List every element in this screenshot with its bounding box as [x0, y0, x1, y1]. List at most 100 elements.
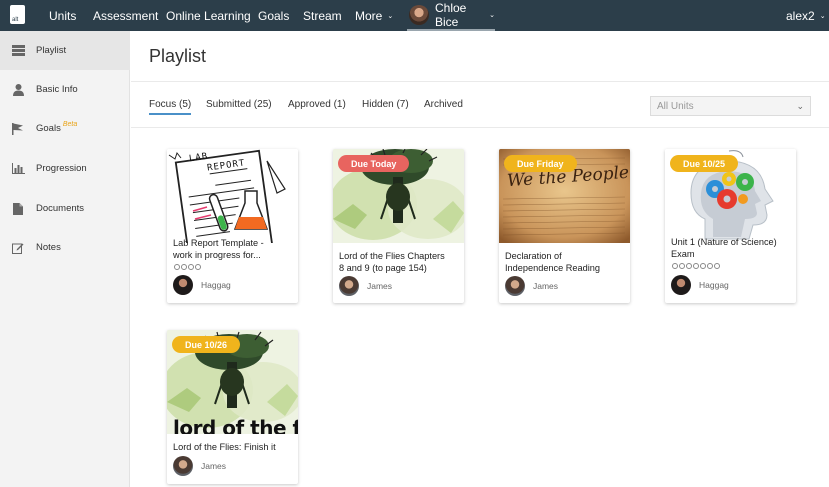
progress-dot: [181, 264, 187, 270]
sidebar-item-label: Notes: [36, 242, 61, 253]
top-navigation-bar: alt Units Assessment Online Learning Goa…: [0, 0, 829, 31]
list-icon: [11, 45, 25, 57]
sidebar-item-basic-info[interactable]: Basic Info: [0, 70, 130, 109]
user-switcher[interactable]: Chloe Bice ⌄: [407, 0, 495, 31]
sidebar-item-label: Playlist: [36, 45, 67, 56]
due-badge: Due Today: [338, 155, 410, 172]
sidebar-item-documents[interactable]: Documents: [0, 189, 130, 228]
progress-dot: [188, 264, 194, 270]
card-image-lab-report: LAB REPORT: [167, 149, 298, 243]
account-name: alex2: [786, 8, 815, 23]
author-name: James: [367, 281, 393, 291]
flag-icon: [11, 122, 25, 135]
card-title-line: Declaration of: [505, 251, 562, 261]
due-badge: Due 10/26: [172, 336, 241, 353]
tab-archived[interactable]: Archived: [424, 99, 463, 110]
sidebar: Playlist Basic Info Goals Beta Progressi…: [0, 31, 130, 487]
avatar: [505, 276, 525, 296]
sidebar-item-notes[interactable]: Notes: [0, 228, 130, 267]
progress-dot: [693, 263, 699, 269]
progress-dot: [686, 263, 692, 269]
sidebar-item-playlist[interactable]: Playlist: [0, 31, 130, 70]
tab-focus[interactable]: Focus (5): [149, 99, 192, 115]
card-title-line: Lord of the Flies Chapters: [339, 251, 445, 261]
card-author: Haggag: [671, 275, 729, 295]
nav-more-label: More: [355, 8, 383, 23]
avatar: [173, 275, 193, 295]
nav-stream[interactable]: Stream: [303, 0, 342, 31]
logo-text: alt: [12, 17, 19, 23]
divider: [131, 127, 829, 128]
playlist-card[interactable]: Due Today Lord of the Flies Chapters 8 a…: [333, 149, 464, 303]
card-title-line: Independence Reading: [505, 263, 601, 273]
progress-dot: [195, 264, 201, 270]
card-image-brain-gears: Due 10/25: [665, 149, 796, 243]
playlist-card[interactable]: We the People Due Friday Declaration of …: [499, 149, 630, 303]
card-title: Lord of the Flies Chapters 8 and 9 (to p…: [339, 250, 461, 274]
card-author: Haggag: [173, 275, 231, 295]
nav-more[interactable]: More ⌄: [355, 0, 393, 31]
chevron-down-icon: ⌄: [489, 11, 495, 19]
card-author: James: [173, 456, 226, 476]
card-title-line: Lab Report Template -: [173, 238, 264, 248]
progress-dots: [672, 263, 720, 269]
card-title: Lord of the Flies: Finish it: [173, 441, 295, 453]
card-image-we-the-people: We the People Due Friday: [499, 149, 630, 243]
nav-units[interactable]: Units: [49, 0, 76, 31]
app-logo[interactable]: alt: [10, 5, 25, 24]
card-title-line: work in progress for...: [173, 250, 261, 260]
author-name: Haggag: [699, 280, 729, 290]
account-menu[interactable]: alex2 ⌄: [786, 0, 826, 31]
sidebar-item-label: Documents: [36, 203, 85, 214]
avatar: [339, 276, 359, 296]
units-select-value: All Units: [657, 100, 694, 112]
card-title: Declaration of Independence Reading: [505, 250, 627, 274]
card-image-flies-cover-text: lord of the fli Due 10/26: [167, 330, 298, 434]
avatar: [173, 456, 193, 476]
author-name: James: [533, 281, 559, 291]
nav-goals[interactable]: Goals: [258, 0, 289, 31]
flies-cover-text: lord of the fli: [173, 416, 298, 434]
beta-badge: Beta: [62, 121, 78, 128]
sidebar-item-goals[interactable]: Goals Beta: [0, 109, 130, 148]
page-title: Playlist: [149, 46, 207, 66]
card-title-line: Exam: [671, 249, 695, 259]
tab-approved[interactable]: Approved (1): [288, 99, 346, 110]
playlist-card[interactable]: Due 10/25 Unit 1 (Nature of Science) Exa…: [665, 149, 796, 303]
chevron-down-icon: ⌄: [387, 13, 394, 20]
author-name: James: [201, 461, 227, 471]
person-icon: [11, 83, 25, 96]
card-author: James: [505, 276, 558, 296]
tab-hidden[interactable]: Hidden (7): [362, 99, 409, 110]
card-title: Lab Report Template - work in progress f…: [173, 237, 295, 261]
bar-chart-icon: [11, 163, 25, 175]
divider: [131, 81, 829, 82]
playlist-card[interactable]: LAB REPORT Lab Report Template - work in…: [167, 149, 298, 303]
avatar: [409, 4, 429, 25]
card-image-flies-cover: Due Today: [333, 149, 464, 243]
progress-dot: [707, 263, 713, 269]
units-filter-select[interactable]: All Units ⌄: [650, 96, 811, 116]
progress-dot: [174, 264, 180, 270]
card-author: James: [339, 276, 392, 296]
chevron-down-icon: ⌄: [796, 101, 804, 111]
card-title-line: Unit 1 (Nature of Science): [671, 237, 777, 247]
chevron-down-icon: ⌄: [819, 13, 826, 20]
card-title: Unit 1 (Nature of Science) Exam: [671, 236, 793, 260]
card-title-line: 8 and 9 (to page 154): [339, 263, 427, 273]
sidebar-item-label: Basic Info: [36, 84, 78, 95]
due-badge: Due 10/25: [670, 155, 739, 172]
progress-dots: [174, 264, 201, 270]
progress-dot: [672, 263, 678, 269]
nav-assessment[interactable]: Assessment: [93, 0, 158, 31]
sidebar-item-progression[interactable]: Progression: [0, 149, 130, 188]
nav-online-learning[interactable]: Online Learning: [166, 0, 251, 31]
document-icon: [11, 202, 25, 215]
avatar: [671, 275, 691, 295]
card-title-line: Lord of the Flies: Finish it: [173, 442, 276, 452]
progress-dot: [679, 263, 685, 269]
edit-icon: [11, 242, 25, 254]
tab-submitted[interactable]: Submitted (25): [206, 99, 272, 110]
playlist-card[interactable]: lord of the fli Due 10/26 Lord of the Fl…: [167, 330, 298, 484]
author-name: Haggag: [201, 280, 231, 290]
